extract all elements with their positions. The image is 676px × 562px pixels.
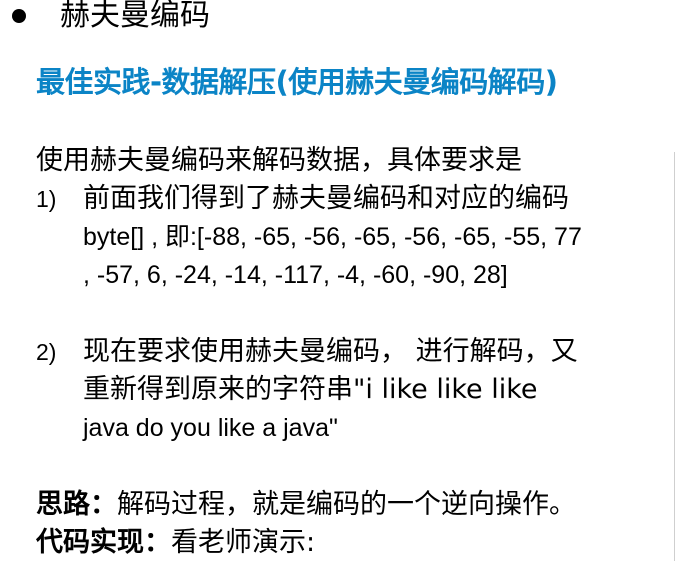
list-item-line: , -57, 6, -24, -14, -117, -4, -60, -90, … <box>83 261 508 289</box>
list-item-line: java do you like a java" <box>83 414 338 442</box>
slide: 赫夫曼编码 最佳实践-数据解压(使用赫夫曼编码解码) 使用赫夫曼编码来解码数据，… <box>0 0 676 561</box>
list-item-line: 前面我们得到了赫夫曼编码和对应的编码 <box>83 183 569 214</box>
bullet-dot-icon <box>12 9 26 23</box>
list-item-number: 2) <box>36 339 57 365</box>
idea-text: 解码过程，就是编码的一个逆向操作。 <box>117 489 576 520</box>
intro-text: 使用赫夫曼编码来解码数据，具体要求是 <box>36 145 522 176</box>
list-item-body: 前面我们得到了赫夫曼编码和对应的编码 byte[] , 即:[-88, -65,… <box>83 180 673 294</box>
list-item-line: 重新得到原来的字符串"i like like like <box>83 374 538 405</box>
section-subtitle: 最佳实践-数据解压(使用赫夫曼编码解码) <box>36 65 558 99</box>
code-line: 代码实现：看老师演示: <box>36 524 315 562</box>
slide-heading: 赫夫曼编码 <box>10 0 210 38</box>
code-text: 看老师演示: <box>171 527 316 558</box>
list-item-number: 1) <box>36 186 57 212</box>
heading-text: 赫夫曼编码 <box>60 0 210 33</box>
right-edge-divider <box>674 152 675 561</box>
list-item-line: byte[] , 即:[-88, -65, -56, -65, -56, -65… <box>83 223 582 251</box>
list-item-body: 现在要求使用赫夫曼编码， 进行解码，又 重新得到原来的字符串"i like li… <box>83 333 673 447</box>
idea-line: 思路：解码过程，就是编码的一个逆向操作。 <box>36 486 576 524</box>
list-item-line: 现在要求使用赫夫曼编码， 进行解码，又 <box>83 336 578 367</box>
code-label: 代码实现： <box>36 527 171 558</box>
idea-label: 思路： <box>36 489 117 520</box>
